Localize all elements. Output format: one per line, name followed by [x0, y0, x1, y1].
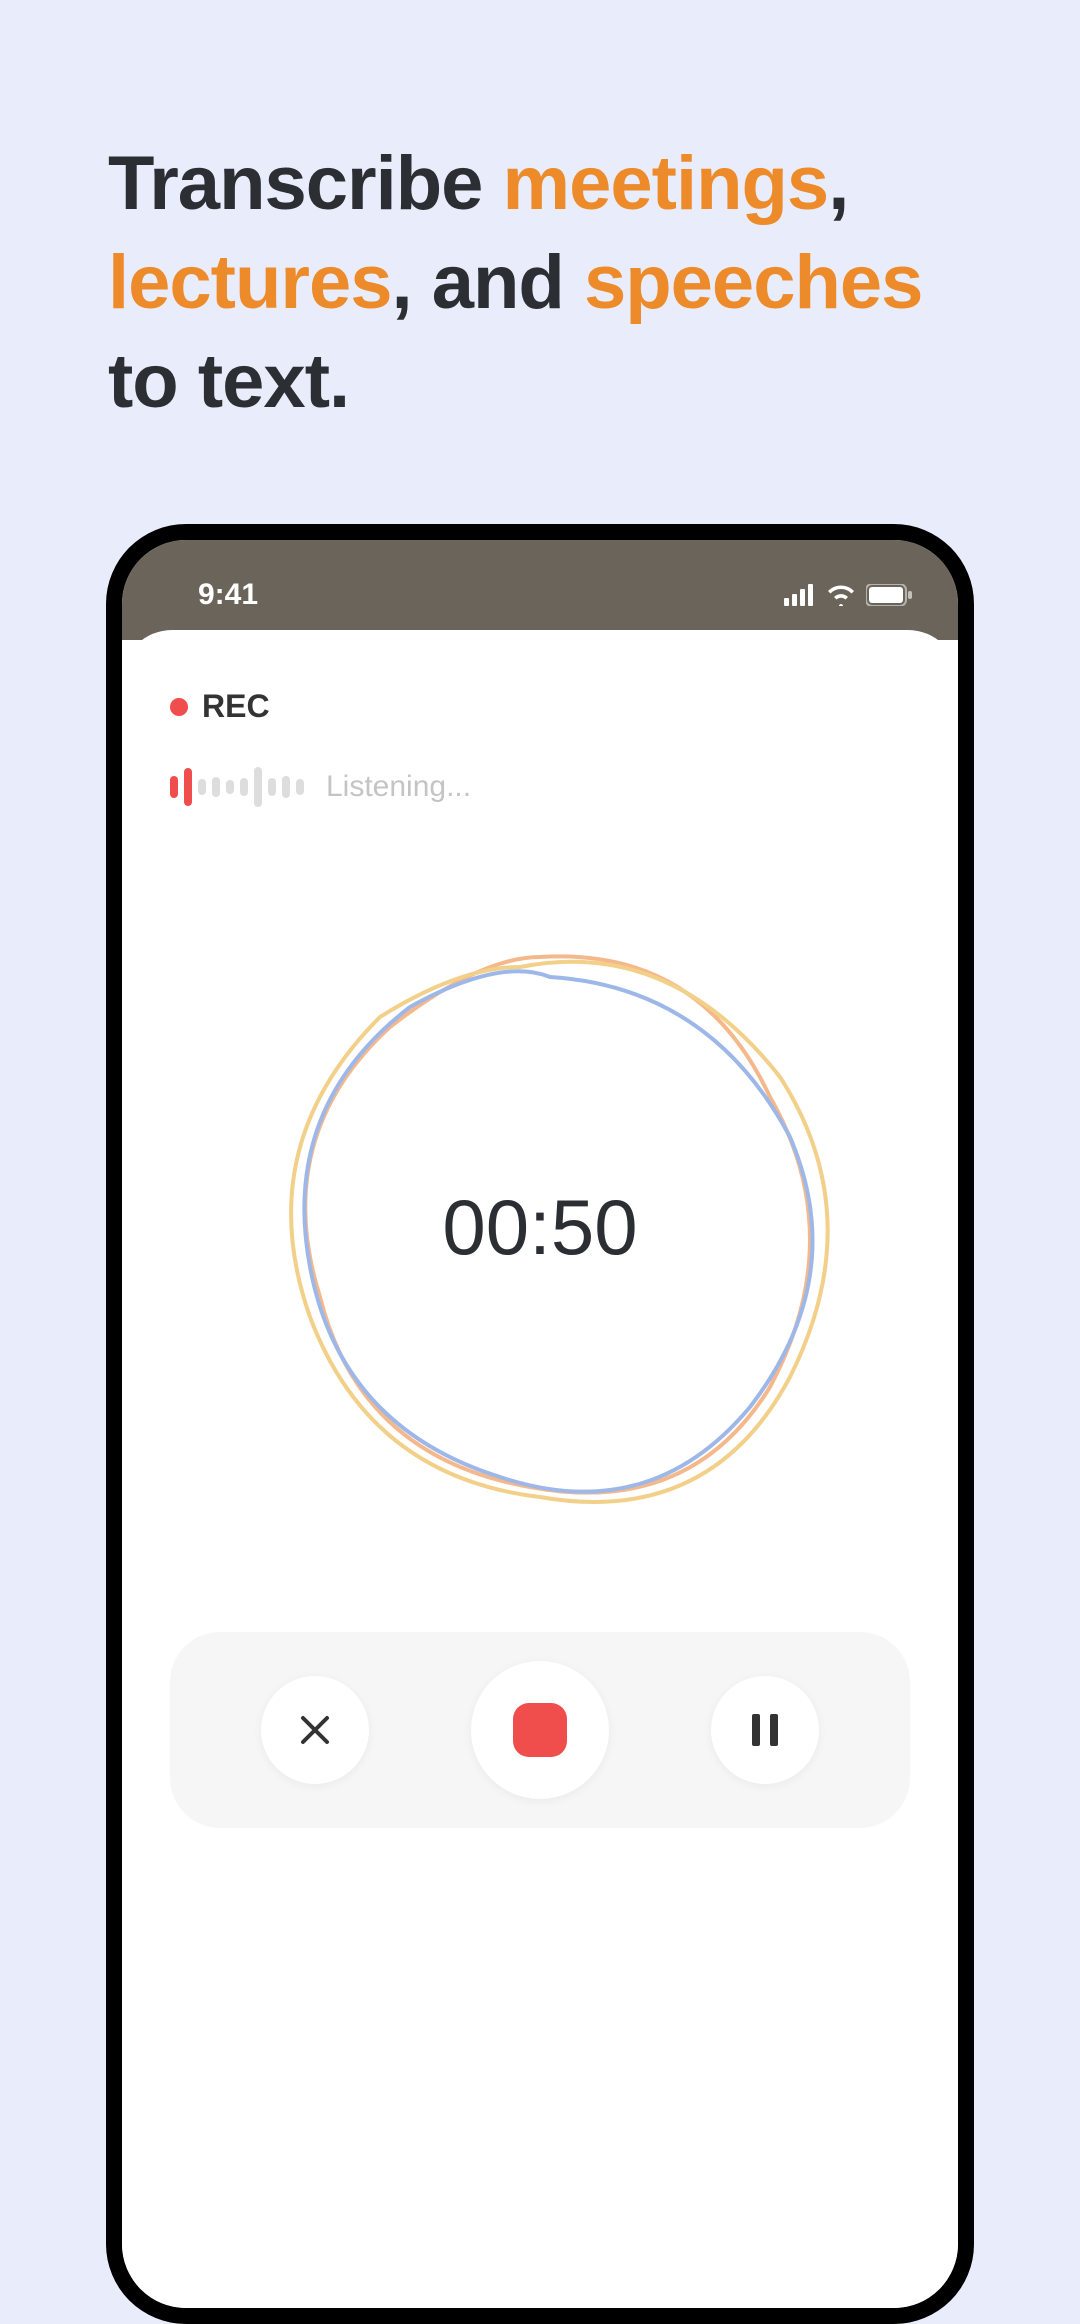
phone-frame: 9:41 REC — [106, 524, 974, 2324]
wifi-icon — [826, 584, 856, 606]
content-area: REC Listening... — [122, 630, 958, 2308]
rec-label: REC — [202, 688, 270, 725]
rec-dot-icon — [170, 698, 188, 716]
phone-inner: 9:41 REC — [122, 540, 958, 2308]
listening-row: Listening... — [170, 767, 910, 807]
stop-button[interactable] — [471, 1661, 609, 1799]
headline-part4: to text. — [108, 339, 349, 424]
close-icon — [295, 1710, 335, 1750]
timer-container: 00:50 — [230, 917, 850, 1537]
rec-indicator: REC — [170, 688, 910, 725]
headline-part1: Transcribe — [108, 141, 503, 226]
cancel-button[interactable] — [261, 1676, 369, 1784]
headline-part2: , — [828, 141, 848, 226]
stop-icon — [513, 1703, 567, 1757]
headline: Transcribe meetings, lectures, and speec… — [108, 135, 972, 431]
headline-highlight3: speeches — [584, 240, 922, 325]
cellular-icon — [784, 584, 816, 606]
timer-text: 00:50 — [442, 1182, 637, 1273]
headline-highlight2: lectures — [108, 240, 392, 325]
pause-button[interactable] — [711, 1676, 819, 1784]
status-time: 9:41 — [198, 578, 258, 612]
status-bar: 9:41 — [122, 540, 958, 640]
controls-bar — [170, 1632, 910, 1828]
pause-icon — [748, 1710, 782, 1750]
status-icons — [784, 584, 912, 606]
waveform-icon — [170, 767, 304, 807]
headline-highlight1: meetings — [503, 141, 829, 226]
battery-icon — [866, 584, 912, 606]
listening-status: Listening... — [326, 770, 471, 804]
headline-part3: , and — [392, 240, 584, 325]
